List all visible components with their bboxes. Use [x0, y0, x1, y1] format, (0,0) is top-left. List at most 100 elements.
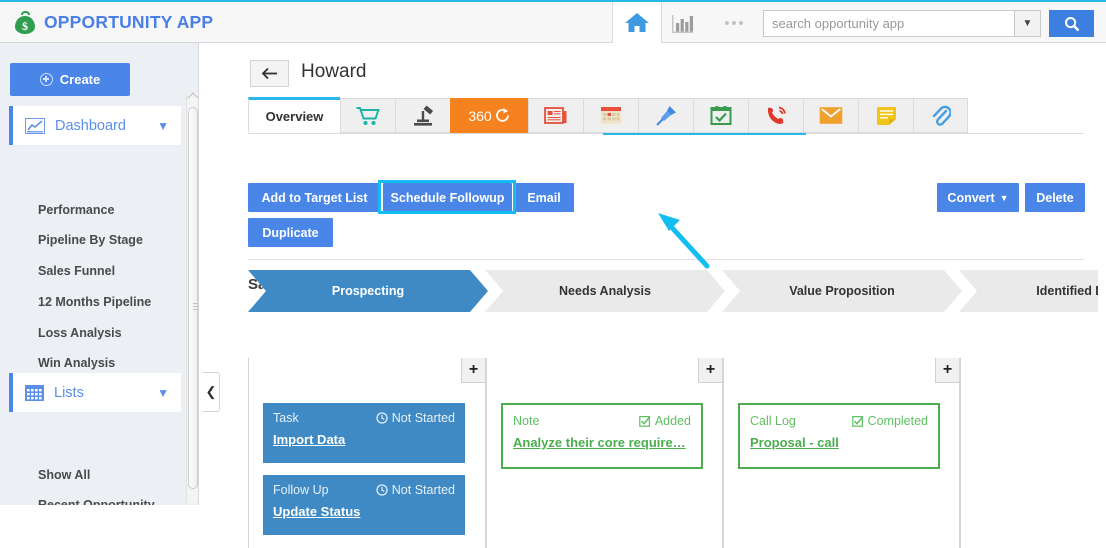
sidebar-scrollbar[interactable]	[186, 93, 198, 503]
clock-icon	[376, 412, 388, 424]
activity-card[interactable]: Task Not Started Import Data	[263, 403, 465, 463]
scroll-up-arrow-icon[interactable]	[187, 92, 198, 103]
chevron-down-icon[interactable]: ▼	[157, 386, 169, 400]
pipeline-stage-needs-analysis[interactable]: Needs Analysis	[485, 270, 725, 312]
sidebar-group-lists-label: Lists	[54, 385, 157, 401]
tab-news[interactable]	[528, 98, 583, 133]
refresh-360-icon	[494, 107, 511, 124]
back-button[interactable]	[250, 60, 289, 87]
convert-button-label: Convert	[947, 191, 994, 205]
check-box-icon	[639, 415, 651, 427]
grid-icon	[25, 385, 44, 401]
line-chart-icon	[25, 118, 45, 134]
app-title: OPPORTUNITY APP	[44, 12, 213, 33]
sidebar-item-win-analysis[interactable]: Win Analysis	[38, 356, 183, 371]
card-type: Note	[513, 414, 539, 428]
search-input[interactable]	[764, 11, 1014, 36]
app-brand[interactable]: $ OPPORTUNITY APP	[14, 2, 213, 43]
tab-overview-label: Overview	[266, 109, 324, 124]
tab-meetings[interactable]	[693, 98, 748, 133]
tab-notes[interactable]	[858, 98, 913, 133]
tab-overview[interactable]: Overview	[248, 97, 340, 133]
more-button[interactable]	[718, 18, 750, 28]
sidebar-item-show-all[interactable]: Show All	[38, 468, 183, 483]
tab-emails[interactable]	[803, 98, 858, 133]
card-status-label: Added	[655, 414, 691, 428]
calendar-icon	[599, 105, 623, 126]
sidebar-item-pipeline-by-stage[interactable]: Pipeline By Stage	[38, 233, 183, 248]
convert-button[interactable]: Convert ▼	[937, 183, 1019, 212]
tab-calls[interactable]	[748, 98, 803, 133]
pipeline-stage-label: Needs Analysis	[559, 284, 651, 298]
tab-360[interactable]: 360	[450, 98, 528, 133]
card-status: Completed	[852, 414, 928, 428]
column-identified-decision-makers	[960, 358, 1106, 548]
home-button[interactable]	[612, 2, 662, 43]
sidebar-item-loss-analysis[interactable]: Loss Analysis	[38, 326, 183, 341]
tab-quotes[interactable]	[395, 98, 450, 133]
card-status-label: Not Started	[392, 411, 455, 425]
pin-icon	[655, 104, 678, 127]
card-title-link[interactable]: Proposal - call	[750, 435, 928, 450]
create-button[interactable]: Create	[10, 63, 130, 96]
phone-call-icon	[765, 105, 788, 126]
activity-card[interactable]: Call Log Completed Proposal - call	[738, 403, 940, 469]
clock-icon	[376, 484, 388, 496]
duplicate-button[interactable]: Duplicate	[248, 218, 333, 247]
card-type: Call Log	[750, 414, 796, 428]
chevron-down-icon[interactable]: ▼	[157, 119, 169, 133]
reports-button[interactable]	[670, 11, 696, 35]
more-dots-icon	[725, 21, 729, 25]
tab-pinned[interactable]	[638, 98, 693, 133]
shopping-cart-icon	[356, 106, 380, 126]
sidebar-group-dashboard-label: Dashboard	[55, 118, 157, 134]
caret-down-icon: ▼	[1000, 193, 1009, 203]
delete-button[interactable]: Delete	[1025, 183, 1085, 212]
tab-active-underline	[603, 133, 806, 135]
home-icon	[624, 11, 650, 34]
schedule-followup-button[interactable]: Schedule Followup	[383, 183, 512, 212]
add-activity-button[interactable]: +	[461, 358, 485, 383]
search-button[interactable]	[1049, 10, 1094, 37]
tab-360-label: 360	[468, 108, 491, 124]
add-activity-button[interactable]: +	[698, 358, 722, 383]
sidebar-item-12-months-pipeline[interactable]: 12 Months Pipeline	[38, 295, 183, 310]
sidebar-item-performance[interactable]: Performance	[38, 203, 183, 218]
sidebar-item-recent-opportunity-app[interactable]: Recent Opportunity app	[38, 498, 168, 505]
envelope-icon	[819, 106, 843, 125]
sidebar-group-lists[interactable]: Lists ▼	[9, 373, 181, 412]
arrow-left-icon	[261, 67, 278, 80]
pipeline-stages: Prospecting Needs Analysis Value Proposi…	[248, 270, 1106, 312]
main-content: Howard Overview 360	[200, 43, 1106, 505]
tab-calendar[interactable]	[583, 98, 638, 133]
search-box[interactable]: ▼	[763, 10, 1041, 37]
add-to-target-list-button[interactable]: Add to Target List	[248, 183, 381, 212]
card-title-link[interactable]: Analyze their core require…	[513, 435, 691, 450]
chevron-down-icon[interactable]: ▼	[1014, 11, 1040, 36]
pipeline-stage-identified-decision-makers[interactable]: Identified Deci	[959, 270, 1106, 312]
sticky-note-icon	[875, 105, 898, 126]
card-type: Task	[273, 411, 299, 425]
pipeline-stage-value-proposition[interactable]: Value Proposition	[722, 270, 962, 312]
activity-card[interactable]: Follow Up Not Started Update Status	[263, 475, 465, 535]
pipeline-stage-label: Prospecting	[332, 284, 404, 298]
pipeline-stage-label: Value Proposition	[789, 284, 895, 298]
card-title-link[interactable]: Update Status	[273, 504, 455, 519]
sidebar-item-sales-funnel[interactable]: Sales Funnel	[38, 264, 183, 279]
sidebar-collapse-handle[interactable]: ❮	[203, 372, 220, 412]
add-activity-button[interactable]: +	[935, 358, 959, 383]
stage-columns: + Task Not Started Import Data Fol	[248, 358, 1106, 548]
card-status-label: Completed	[868, 414, 928, 428]
pipeline-stage-label: Identified Deci	[1036, 284, 1106, 298]
scrollbar-thumb[interactable]	[188, 107, 198, 489]
card-status: Added	[639, 414, 691, 428]
email-button[interactable]: Email	[514, 183, 574, 212]
column-prospecting: + Task Not Started Import Data Fol	[248, 358, 486, 548]
sidebar-group-dashboard[interactable]: Dashboard ▼	[9, 106, 181, 145]
activity-card[interactable]: Note Added Analyze their core require…	[501, 403, 703, 469]
tab-attachments[interactable]	[913, 98, 968, 133]
card-title-link[interactable]: Import Data	[273, 432, 455, 447]
checked-calendar-icon	[710, 105, 732, 126]
pipeline-stage-prospecting[interactable]: Prospecting	[248, 270, 488, 312]
tab-orders[interactable]	[340, 98, 395, 133]
